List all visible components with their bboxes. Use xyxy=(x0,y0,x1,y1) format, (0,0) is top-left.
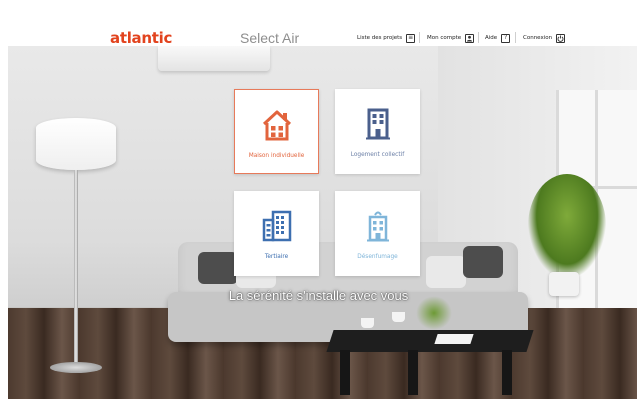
nav-projects-label: Liste des projets xyxy=(357,35,403,41)
top-header: atlantic Select Air Liste des projets ≡ … xyxy=(0,0,637,47)
plant-leaves xyxy=(528,174,606,278)
office-building-icon xyxy=(262,210,291,242)
coffee-table-leg xyxy=(340,350,350,395)
atlantic-logo[interactable]: atlantic xyxy=(110,29,172,47)
pillow xyxy=(198,252,238,284)
nav-login-label: Connexion xyxy=(523,35,553,41)
cup xyxy=(361,318,374,328)
cup xyxy=(392,312,405,322)
nav-login-link[interactable]: Connexion xyxy=(523,31,566,45)
nav-help-label: Aide xyxy=(485,35,498,41)
coffee-table-leg xyxy=(408,350,418,395)
power-icon xyxy=(556,33,566,43)
coffee-table-leg xyxy=(502,350,512,395)
tile-label: Maison individuelle xyxy=(248,153,305,159)
floor-lamp-shade xyxy=(36,118,116,170)
floor-lamp-base xyxy=(50,362,102,373)
tagline: La sérénité s'installe avec vous xyxy=(228,288,409,303)
nav-account-link[interactable]: Mon compte xyxy=(427,31,475,45)
list-icon: ≡ xyxy=(406,33,416,43)
tile-logement-collectif[interactable]: Logement collectif xyxy=(335,89,420,174)
tile-tertiaire[interactable]: Tertiaire xyxy=(234,191,319,276)
nav-account-label: Mon compte xyxy=(427,35,462,41)
nav-divider xyxy=(515,32,516,43)
pillow xyxy=(426,256,466,288)
tile-label: Désenfumage xyxy=(357,254,398,260)
pillow xyxy=(463,246,503,278)
living-room-background-image xyxy=(8,46,637,399)
app-window: atlantic Select Air Liste des projets ≡ … xyxy=(0,0,637,399)
user-icon xyxy=(465,33,475,43)
nav-projects-link[interactable]: Liste des projets ≡ xyxy=(357,31,416,45)
book xyxy=(434,334,474,344)
floor-lamp-pole xyxy=(74,170,78,366)
tile-maison-individuelle[interactable]: Maison individuelle xyxy=(234,89,319,174)
tile-desenfumage[interactable]: Désenfumage xyxy=(335,191,420,276)
air-conditioner-unit xyxy=(158,46,270,71)
tile-label: Logement collectif xyxy=(350,152,405,158)
nav-help-link[interactable]: Aide ? xyxy=(485,31,511,45)
nav-divider xyxy=(478,32,479,43)
nav-divider xyxy=(419,32,420,43)
help-icon: ? xyxy=(501,33,511,43)
apartment-building-icon xyxy=(365,108,390,140)
house-icon xyxy=(262,110,291,141)
tile-label: Tertiaire xyxy=(264,254,289,260)
coffee-table-top xyxy=(326,330,534,352)
app-title: Select Air xyxy=(240,30,300,46)
smoke-extraction-building-icon xyxy=(366,211,389,242)
